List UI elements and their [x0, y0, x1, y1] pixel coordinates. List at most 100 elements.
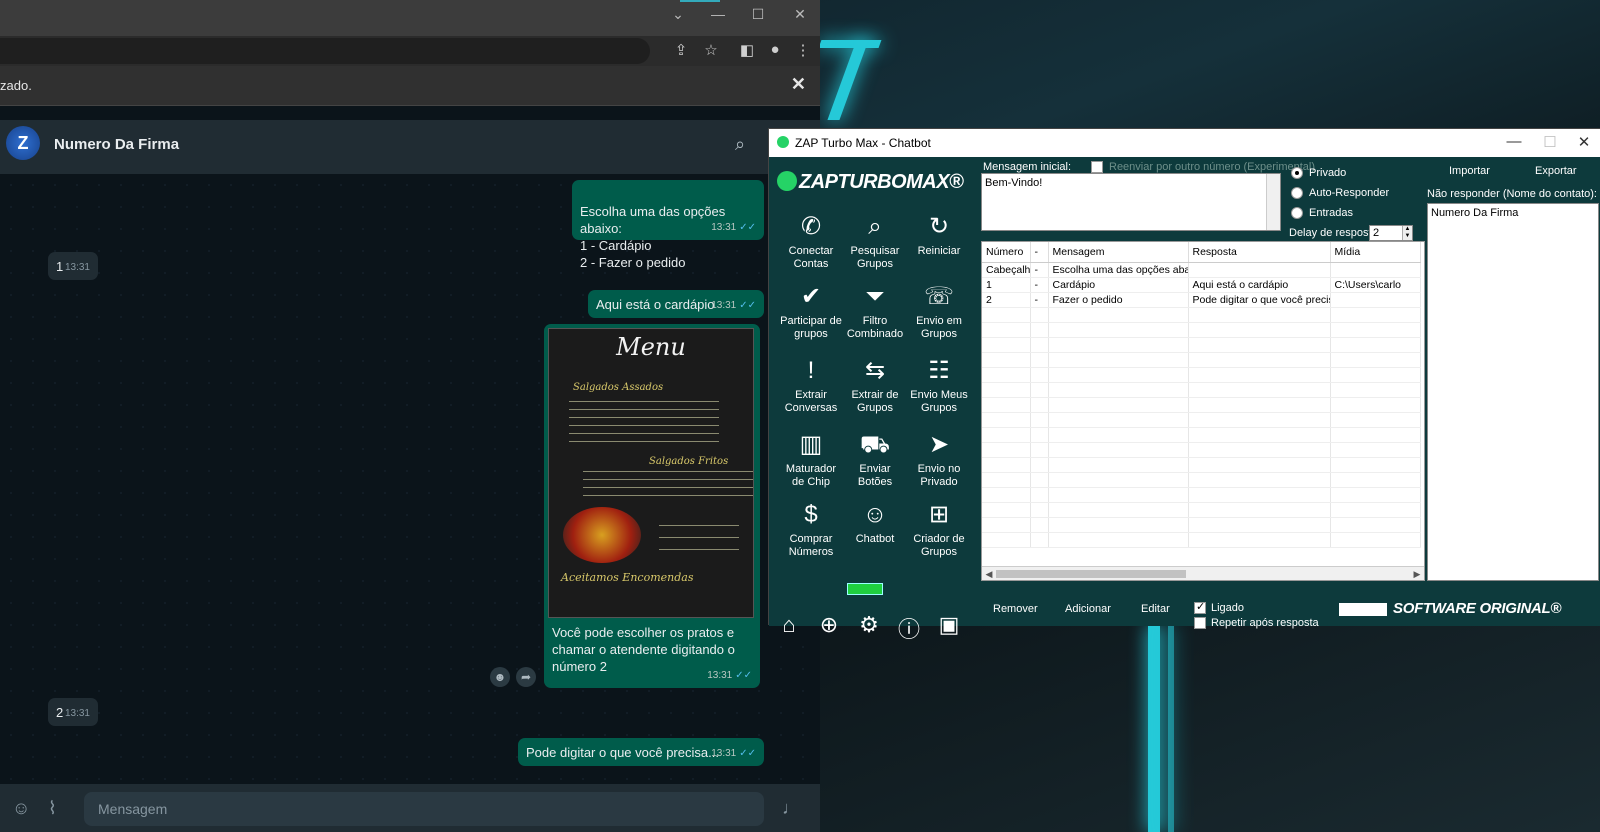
- sidepanel-icon[interactable]: ◧: [736, 41, 758, 59]
- menu-image[interactable]: Menu Salgados Assados Salgados Fritos Ac…: [548, 328, 754, 618]
- table-cell[interactable]: [1030, 487, 1049, 503]
- table-cell[interactable]: [1030, 382, 1049, 398]
- table-cell[interactable]: [982, 337, 1031, 353]
- mensagem-inicial-field[interactable]: Bem-Vindo!: [981, 173, 1281, 231]
- table-cell[interactable]: [1188, 262, 1331, 278]
- horizontal-scrollbar[interactable]: ◀ ▶: [982, 566, 1424, 580]
- table-cell[interactable]: 2: [982, 292, 1031, 308]
- table-row[interactable]: 1- Cardápio Aqui está o cardápio C:\Users\c…: [982, 277, 1421, 293]
- message-bubble[interactable]: Aqui está o cardápio 13:31 ✓✓: [588, 290, 764, 318]
- table-cell[interactable]: [982, 427, 1031, 443]
- table-row[interactable]: [982, 442, 1421, 458]
- maturador-chip-button[interactable]: ▥ Maturador de Chip: [779, 431, 843, 497]
- table-cell[interactable]: [1048, 457, 1189, 473]
- table-cell[interactable]: [1188, 502, 1331, 518]
- table-cell[interactable]: [1048, 382, 1189, 398]
- save-icon[interactable]: ▣: [935, 612, 963, 638]
- ligado-checkbox[interactable]: [1194, 600, 1206, 614]
- column-header[interactable]: -: [1030, 242, 1049, 263]
- table-row[interactable]: [982, 397, 1421, 413]
- table-cell[interactable]: [982, 412, 1031, 428]
- table-cell[interactable]: [1330, 397, 1421, 413]
- scroll-right-icon[interactable]: ▶: [1410, 567, 1424, 580]
- table-row[interactable]: [982, 307, 1421, 323]
- editar-button[interactable]: Editar: [1141, 603, 1170, 615]
- table-row[interactable]: [982, 502, 1421, 518]
- message-input[interactable]: Mensagem: [84, 792, 764, 826]
- table-cell[interactable]: [982, 457, 1031, 473]
- chat-header[interactable]: Z Numero Da Firma ⌕: [0, 120, 820, 174]
- envio-privado-button[interactable]: ➤ Envio no Privado: [907, 431, 971, 497]
- table-cell[interactable]: [1330, 442, 1421, 458]
- table-cell[interactable]: [1048, 352, 1189, 368]
- table-cell[interactable]: [1048, 322, 1189, 338]
- table-cell[interactable]: [1188, 307, 1331, 323]
- table-cell[interactable]: [982, 532, 1031, 548]
- list-item[interactable]: Numero Da Firma: [1431, 207, 1518, 219]
- contact-name[interactable]: Numero Da Firma: [54, 136, 179, 153]
- table-cell[interactable]: [1030, 337, 1049, 353]
- table-cell[interactable]: [1030, 412, 1049, 428]
- table-cell[interactable]: [1330, 472, 1421, 488]
- column-header[interactable]: Mensagem: [1048, 242, 1189, 263]
- table-cell[interactable]: [982, 397, 1031, 413]
- table-cell[interactable]: [1048, 427, 1189, 443]
- message-bubble[interactable]: Escolha uma das opções abaixo: 1 - Cardá…: [572, 180, 764, 270]
- attach-icon[interactable]: ⌇: [48, 798, 57, 819]
- table-cell[interactable]: [1188, 352, 1331, 368]
- table-cell[interactable]: [1048, 337, 1189, 353]
- table-row[interactable]: [982, 322, 1421, 338]
- maximize-icon[interactable]: ☐: [1535, 133, 1565, 151]
- table-cell[interactable]: [1030, 517, 1049, 533]
- table-cell[interactable]: Fazer o pedido: [1048, 292, 1189, 308]
- column-header[interactable]: Resposta: [1188, 242, 1331, 263]
- home-icon[interactable]: ⌂: [775, 612, 803, 638]
- react-icon[interactable]: ☻: [490, 667, 510, 687]
- share-icon[interactable]: ⇪: [670, 41, 692, 59]
- table-cell[interactable]: [982, 307, 1031, 323]
- profile-icon[interactable]: ●: [764, 41, 786, 58]
- message-bubble[interactable]: Pode digitar o que você precisa... 13:31…: [518, 738, 764, 766]
- table-cell[interactable]: 1: [982, 277, 1031, 293]
- table-cell[interactable]: [1188, 322, 1331, 338]
- importar-button[interactable]: Importar: [1449, 165, 1490, 177]
- column-header[interactable]: Mídia: [1330, 242, 1421, 263]
- chatbot-button[interactable]: ☺ Chatbot: [843, 501, 907, 567]
- remover-button[interactable]: Remover: [993, 603, 1038, 615]
- star-icon[interactable]: ☆: [700, 41, 722, 59]
- table-cell[interactable]: Pode digitar o que você precisa...: [1188, 292, 1331, 308]
- exportar-button[interactable]: Exportar: [1535, 165, 1577, 177]
- table-cell[interactable]: [982, 517, 1031, 533]
- table-cell[interactable]: Escolha uma das opções abaixo:: [1048, 262, 1189, 278]
- adicionar-button[interactable]: Adicionar: [1065, 603, 1111, 615]
- filtro-combinado-button[interactable]: ⏷ Filtro Combinado: [843, 283, 907, 349]
- table-cell[interactable]: [1188, 337, 1331, 353]
- table-cell[interactable]: -: [1030, 262, 1049, 278]
- table-cell[interactable]: [982, 487, 1031, 503]
- table-cell[interactable]: [1330, 502, 1421, 518]
- comprar-numeros-button[interactable]: $ Comprar Números: [779, 501, 843, 567]
- search-icon[interactable]: ⌕: [735, 134, 745, 155]
- minimize-icon[interactable]: —: [708, 6, 728, 22]
- table-cell[interactable]: [1330, 457, 1421, 473]
- table-cell[interactable]: [1030, 367, 1049, 383]
- privado-radio[interactable]: [1291, 167, 1303, 179]
- table-cell[interactable]: Cardápio: [1048, 277, 1189, 293]
- table-cell[interactable]: [1188, 457, 1331, 473]
- microphone-icon[interactable]: ♩: [782, 798, 800, 819]
- table-cell[interactable]: [1330, 262, 1421, 278]
- table-cell[interactable]: [1048, 487, 1189, 503]
- table-cell[interactable]: [1030, 397, 1049, 413]
- table-cell[interactable]: [1188, 367, 1331, 383]
- envio-meus-grupos-button[interactable]: ☷ Envio Meus Grupos: [907, 357, 971, 423]
- table-cell[interactable]: [1030, 472, 1049, 488]
- table-cell[interactable]: [982, 472, 1031, 488]
- table-cell[interactable]: [1330, 412, 1421, 428]
- close-icon[interactable]: ✕: [791, 74, 806, 95]
- table-cell[interactable]: [1030, 457, 1049, 473]
- table-cell[interactable]: -: [1030, 292, 1049, 308]
- forward-icon[interactable]: ➦: [516, 667, 536, 687]
- emoji-icon[interactable]: ☺: [12, 798, 30, 819]
- gear-icon[interactable]: ⚙: [855, 612, 883, 638]
- table-cell[interactable]: [1188, 517, 1331, 533]
